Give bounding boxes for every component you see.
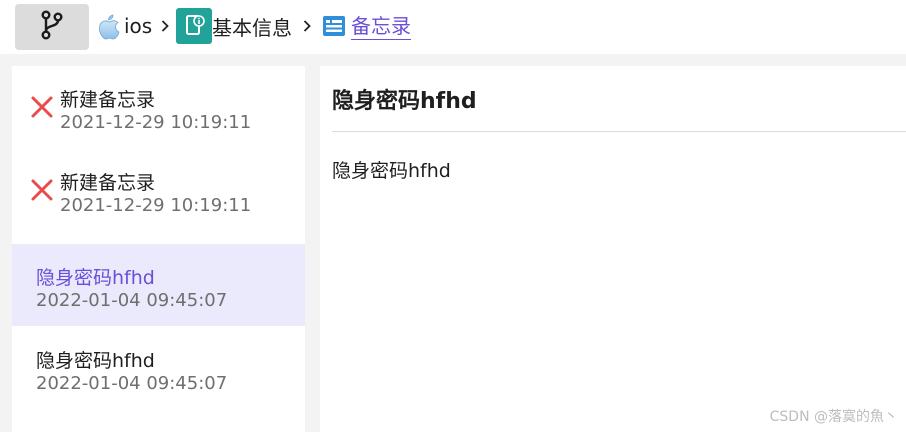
memo-detail: 隐身密码hfhd 隐身密码hfhd CSDN @落寞的魚丶 [320, 66, 906, 432]
breadcrumb-label-ios: ios [124, 14, 153, 38]
memo-body[interactable]: 隐身密码hfhd [332, 156, 451, 183]
breadcrumb-item-ios[interactable]: ios [96, 10, 152, 42]
apple-icon [96, 11, 122, 41]
breadcrumb-label-basic-info: 基本信息 [212, 15, 292, 40]
list-item-selected[interactable]: 隐身密码hfhd 2022-01-04 09:45:07 [12, 244, 305, 326]
list-item[interactable]: 隐身密码hfhd 2022-01-04 09:45:07 [12, 327, 305, 409]
memo-list: 新建备忘录 2021-12-29 10:19:11 新建备忘录 2021-12-… [12, 66, 305, 432]
close-icon [30, 178, 54, 202]
breadcrumb-item-memo[interactable]: 备忘录 [322, 10, 411, 42]
breadcrumb-item-basic-info[interactable]: 基本信息 [176, 8, 292, 44]
git-branch-icon [39, 10, 65, 44]
list-item-time: 2022-01-04 09:45:07 [36, 290, 228, 311]
list-item-title: 新建备忘录 [60, 172, 156, 194]
memo-list-icon [322, 14, 346, 38]
list-item-time: 2021-12-29 10:19:11 [60, 112, 252, 133]
memo-title: 隐身密码hfhd [332, 89, 477, 114]
divider [332, 131, 906, 132]
list-item-title: 隐身密码hfhd [36, 350, 155, 372]
branch-button[interactable] [15, 4, 89, 50]
breadcrumb-label-memo: 备忘录 [351, 13, 411, 40]
list-item[interactable]: 新建备忘录 2021-12-29 10:19:11 [12, 66, 305, 148]
chevron-right-icon [301, 14, 313, 38]
info-document-icon [176, 8, 212, 44]
top-bar: ios 基本信息 备忘录 [0, 0, 906, 54]
watermark: CSDN @落寞的魚丶 [769, 409, 898, 425]
list-item-title: 隐身密码hfhd [36, 267, 155, 289]
chevron-right-icon [159, 14, 171, 38]
list-item-title: 新建备忘录 [60, 89, 156, 111]
list-item[interactable]: 新建备忘录 2021-12-29 10:19:11 [12, 149, 305, 231]
close-icon [30, 95, 54, 119]
list-item-time: 2022-01-04 09:45:07 [36, 373, 228, 394]
list-item-time: 2021-12-29 10:19:11 [60, 195, 252, 216]
